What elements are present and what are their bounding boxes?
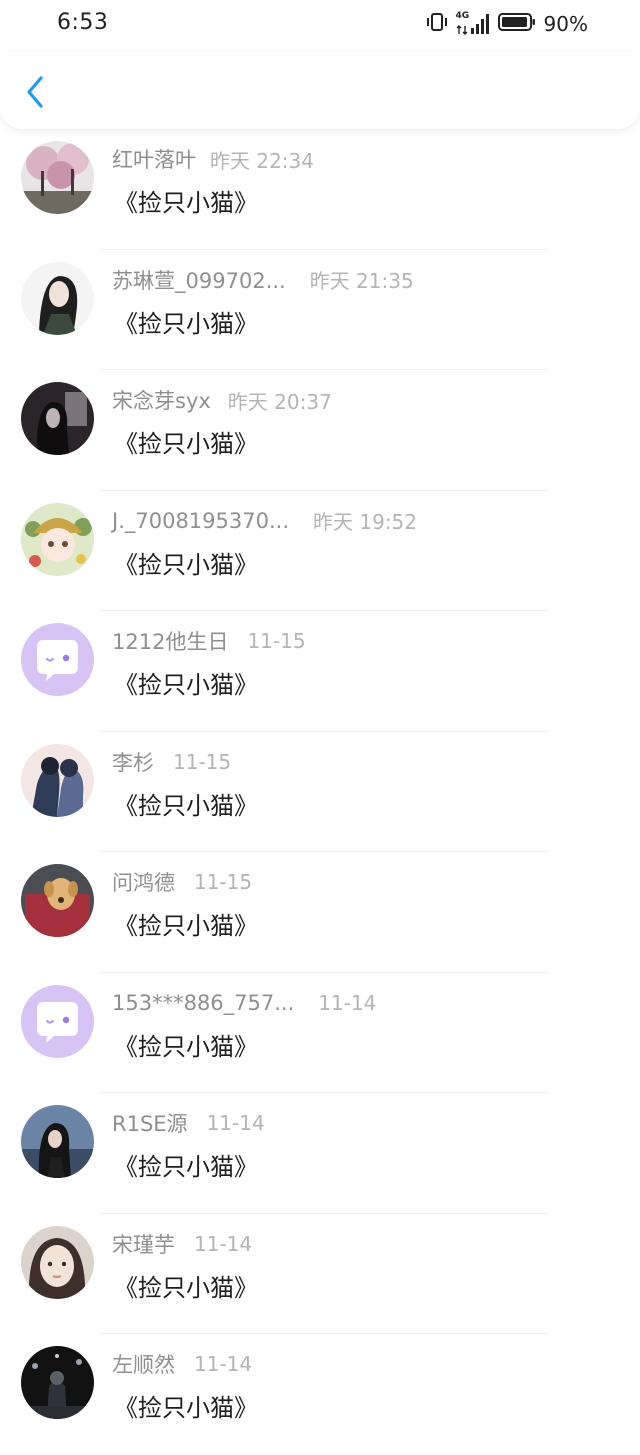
message-time: 昨天 21:35 [309,269,414,293]
list-item[interactable]: 李杉 11-15 《捡只小猫》 [0,732,640,852]
list-item[interactable]: J._7008195370... 昨天 19:52 《捡只小猫》 [0,491,640,611]
message-text: 《捡只小猫》 [114,912,258,940]
message-time: 11-14 [194,1231,253,1256]
list-item[interactable]: 问鸿德 11-15 《捡只小猫》 [0,852,640,973]
chevron-left-icon [24,75,46,113]
avatar[interactable] [21,502,94,576]
message-text: 《捡只小猫》 [114,791,258,820]
item-meta: 红叶落叶 昨天 22:34 [112,144,314,174]
message-list: 红叶落叶 昨天 22:34 《捡只小猫》 苏琳萱_099702... 昨天 21… [0,129,640,1455]
message-time: 11-15 [194,870,253,894]
item-meta: 1212他生日 11-15 [112,626,306,656]
header-bar [0,52,640,129]
avatar[interactable] [21,382,94,455]
item-meta: 左顺然 11-14 [112,1349,252,1379]
avatar[interactable] [21,984,94,1058]
list-item[interactable]: 左顺然 11-14 《捡只小猫》 [0,1334,640,1455]
message-text: 《捡只小猫》 [114,309,258,338]
sender-name[interactable]: 左顺然 [112,1349,175,1379]
sender-name[interactable]: 153***886_757... [112,991,294,1015]
vibrate-icon [426,12,448,36]
status-time: 6:53 [57,10,109,35]
message-text: 《捡只小猫》 [114,189,258,217]
sender-name[interactable]: 李杉 [112,747,154,777]
list-item[interactable]: 苏琳萱_099702... 昨天 21:35 《捡只小猫》 [0,250,640,370]
avatar[interactable] [21,743,94,817]
message-text: 《捡只小猫》 [114,1273,258,1302]
item-meta: 宋念芽syx 昨天 20:37 [112,385,332,415]
list-item[interactable]: 红叶落叶 昨天 22:34 《捡只小猫》 [0,129,640,250]
status-bar: 6:53 4G 90% [0,0,640,52]
list-item[interactable]: 宋念芽syx 昨天 20:37 《捡只小猫》 [0,370,640,491]
sender-name[interactable]: J._7008195370... [112,509,289,533]
message-time: 11-15 [247,629,306,653]
item-meta: 苏琳萱_099702... 昨天 21:35 [112,265,414,295]
sender-name[interactable]: 问鸿德 [112,867,175,897]
item-meta: 宋瑾芋 11-14 [112,1229,252,1259]
item-meta: 李杉 11-15 [112,747,231,777]
avatar[interactable] [21,864,94,937]
message-text: 《捡只小猫》 [114,550,258,579]
list-item[interactable]: 宋瑾芋 11-14 《捡只小猫》 [0,1214,640,1334]
battery-icon [497,12,536,36]
item-meta: R1SE源 11-14 [112,1108,265,1138]
item-meta: J._7008195370... 昨天 19:52 [112,506,417,536]
message-time: 昨天 20:37 [227,389,332,414]
avatar[interactable] [21,261,94,335]
message-text: 《捡只小猫》 [114,1394,258,1422]
sender-name[interactable]: 宋念芽syx [112,385,211,415]
sender-name[interactable]: 苏琳萱_099702... [112,265,286,295]
sender-name[interactable]: 1212他生日 [112,626,228,656]
message-time: 昨天 22:34 [210,148,314,173]
back-button[interactable] [18,74,52,114]
item-meta: 153***886_757... 11-14 [112,988,376,1018]
item-meta: 问鸿德 11-15 [112,867,252,897]
message-text: 《捡只小猫》 [114,671,258,699]
message-text: 《捡只小猫》 [114,1032,258,1061]
message-time: 11-14 [206,1111,265,1135]
message-time: 11-14 [318,990,377,1015]
avatar[interactable] [21,141,94,214]
message-text: 《捡只小猫》 [114,1153,258,1181]
sender-name[interactable]: 宋瑾芋 [112,1229,175,1259]
list-item[interactable]: 1212他生日 11-15 《捡只小猫》 [0,611,640,732]
sender-name[interactable]: 红叶落叶 [112,144,196,174]
message-time: 11-15 [173,749,232,774]
sender-name[interactable]: R1SE源 [112,1108,188,1138]
message-time: 11-14 [194,1352,253,1376]
status-icons: 4G 90% [426,11,588,37]
message-time: 昨天 19:52 [313,510,418,534]
list-item[interactable]: R1SE源 11-14 《捡只小猫》 [0,1093,640,1214]
signal-icon: 4G [456,11,490,35]
message-text: 《捡只小猫》 [114,430,258,458]
avatar[interactable] [21,1105,94,1178]
avatar[interactable] [21,1346,94,1419]
list-item[interactable]: 153***886_757... 11-14 《捡只小猫》 [0,973,640,1093]
avatar[interactable] [21,1225,94,1299]
avatar[interactable] [21,623,94,696]
battery-percentage: 90% [543,12,588,36]
